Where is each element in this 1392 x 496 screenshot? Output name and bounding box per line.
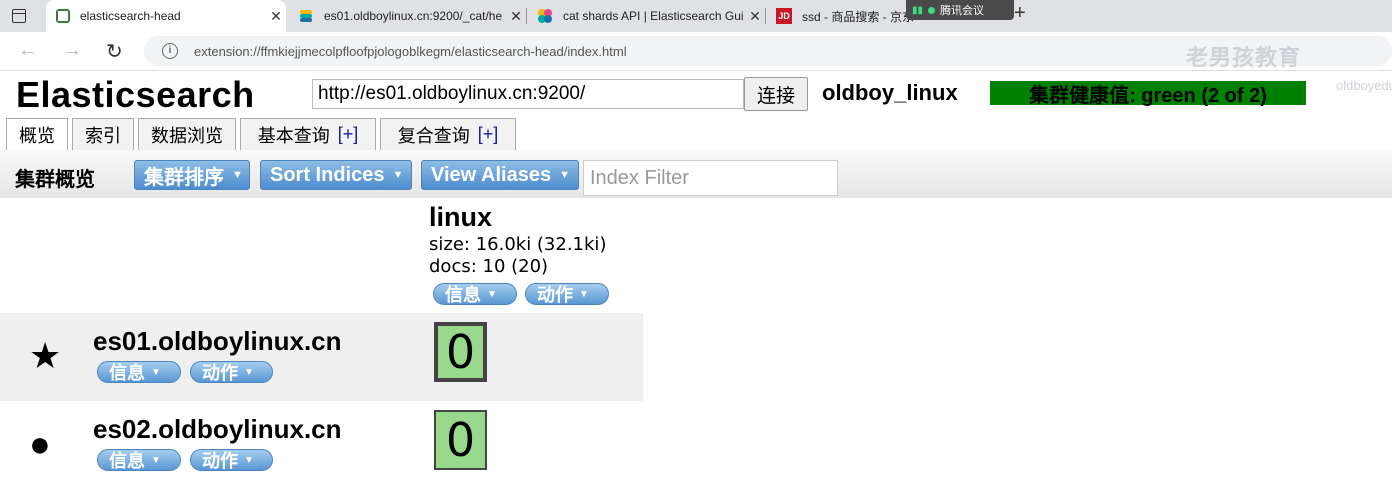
node-info-button[interactable]: 信息 ▼	[97, 361, 181, 383]
close-tab-icon[interactable]: ✕	[745, 8, 765, 25]
shard-replica[interactable]: 0	[434, 410, 487, 470]
watermark-logo: 老男孩教育	[1186, 45, 1302, 70]
main-tabs: 概览 索引 数据浏览 基本查询 [+] 复合查询 [+]	[0, 118, 1392, 151]
info-label: 信息	[109, 451, 145, 471]
reload-icon[interactable]: ↻	[106, 39, 123, 64]
meeting-indicator[interactable]: ▮▮ 腾讯会议	[906, 0, 1014, 20]
index-docs: docs: 10 (20)	[429, 256, 549, 277]
cluster-url-input[interactable]	[312, 79, 744, 109]
info-label: 信息	[445, 285, 481, 305]
shard-primary[interactable]: 0	[434, 322, 487, 382]
chevron-down-icon: ▼	[559, 169, 570, 181]
browser-tab-jd-search[interactable]: JD ssd - 商品搜索 - 京东	[766, 0, 916, 32]
tab-label: 索引	[85, 125, 121, 146]
tab-browser[interactable]: 数据浏览	[138, 118, 236, 150]
tab-label: 基本查询	[257, 125, 330, 146]
tab-label: 复合查询	[397, 125, 470, 146]
chevron-down-icon: ▼	[232, 169, 243, 181]
browser-tab-elasticsearch-head[interactable]: elasticsearch-head ✕	[46, 0, 286, 32]
browser-tab-title: es01.oldboylinux.cn:9200/_cat/he	[324, 9, 503, 23]
chevron-down-icon: ▼	[151, 454, 161, 466]
view-aliases-label: View Aliases	[431, 163, 552, 186]
tab-compound-query[interactable]: 复合查询 [+]	[380, 118, 516, 150]
node-info-button[interactable]: 信息 ▼	[97, 449, 181, 471]
browser-tab-cat-health[interactable]: es01.oldboylinux.cn:9200/_cat/he ✕	[288, 0, 526, 32]
browser-tab-cat-shards-guide[interactable]: cat shards API | Elasticsearch Gui ✕	[527, 0, 765, 32]
meeting-label: 腾讯会议	[940, 5, 985, 17]
node-row: ★ es01.oldboylinux.cn 信息 ▼ 动作 ▼ 0	[0, 313, 643, 401]
index-name: linux	[429, 202, 493, 232]
sort-indices-button[interactable]: Sort Indices ▼	[260, 160, 412, 190]
elasticsearch-head-icon	[56, 9, 70, 23]
node-name: es01.oldboylinux.cn	[93, 326, 342, 356]
node-name: es02.oldboylinux.cn	[93, 414, 342, 444]
browser-tab-title: elasticsearch-head	[80, 9, 181, 23]
data-node-circle-icon: ●	[29, 423, 51, 464]
node-action-button[interactable]: 动作 ▼	[190, 449, 273, 471]
app-title: Elasticsearch	[16, 74, 255, 115]
close-tab-icon[interactable]: ✕	[506, 8, 526, 25]
connect-button[interactable]: 连接	[744, 77, 808, 111]
action-label: 动作	[537, 285, 573, 305]
cluster-name: oldboy_linux	[822, 80, 958, 105]
index-action-button[interactable]: 动作 ▼	[525, 283, 609, 305]
chevron-down-icon: ▼	[244, 366, 254, 378]
tab-plus[interactable]: [+]	[478, 124, 499, 145]
sort-cluster-label: 集群排序	[144, 166, 224, 189]
chevron-down-icon: ▼	[392, 169, 404, 181]
close-tab-icon[interactable]: ✕	[266, 8, 286, 25]
node-row: ● es02.oldboylinux.cn 信息 ▼ 动作 ▼ 0	[0, 401, 643, 489]
index-size: size: 16.0ki (32.1ki)	[429, 234, 607, 255]
index-info-button[interactable]: 信息 ▼	[433, 283, 517, 305]
tab-plus[interactable]: [+]	[338, 124, 359, 145]
action-label: 动作	[202, 363, 238, 383]
index-filter-input[interactable]	[583, 160, 838, 196]
watermark-subtext: oldboyedu.com	[1336, 78, 1392, 93]
toolbar-title: 集群概览	[15, 169, 95, 191]
elastic-icon	[298, 8, 314, 24]
chevron-down-icon: ▼	[487, 288, 497, 300]
action-label: 动作	[202, 451, 238, 471]
browser-tab-title: ssd - 商品搜索 - 京东	[802, 9, 915, 24]
new-tab-icon[interactable]: +	[1014, 2, 1026, 25]
view-aliases-button[interactable]: View Aliases ▼	[421, 160, 579, 190]
forward-icon[interactable]: →	[62, 39, 82, 62]
cluster-health-badge: 集群健康值: green (2 of 2)	[990, 81, 1306, 107]
address-bar-row: ← → ↻ i extension://ffmkiejjmecolpfloofp…	[0, 32, 1392, 71]
master-star-icon: ★	[29, 335, 62, 376]
tab-label: 数据浏览	[151, 125, 223, 146]
browser-tab-strip: elasticsearch-head ✕ es01.oldboylinux.cn…	[0, 0, 1392, 32]
back-icon[interactable]: ←	[18, 39, 38, 62]
info-label: 信息	[109, 363, 145, 383]
status-dot-icon	[928, 6, 936, 14]
sort-cluster-button[interactable]: 集群排序 ▼	[134, 160, 250, 190]
window-menu-icon[interactable]	[10, 7, 28, 25]
chevron-down-icon: ▼	[579, 288, 589, 300]
sort-indices-label: Sort Indices	[270, 163, 385, 186]
jd-icon: JD	[776, 8, 792, 24]
tab-label: 概览	[19, 126, 55, 146]
browser-tab-title: cat shards API | Elasticsearch Gui	[563, 9, 744, 23]
tab-basic-query[interactable]: 基本查询 [+]	[240, 118, 376, 150]
elastic-guide-icon	[537, 8, 553, 24]
site-info-icon[interactable]: i	[162, 43, 178, 59]
chevron-down-icon: ▼	[151, 366, 161, 378]
tab-overview[interactable]: 概览	[6, 118, 68, 151]
node-action-button[interactable]: 动作 ▼	[190, 361, 273, 383]
signal-icon: ▮▮	[912, 4, 924, 16]
tab-indices[interactable]: 索引	[72, 118, 134, 150]
address-text: extension://ffmkiejjmecolpfloofpjologobl…	[194, 43, 627, 59]
chevron-down-icon: ▼	[244, 454, 254, 466]
